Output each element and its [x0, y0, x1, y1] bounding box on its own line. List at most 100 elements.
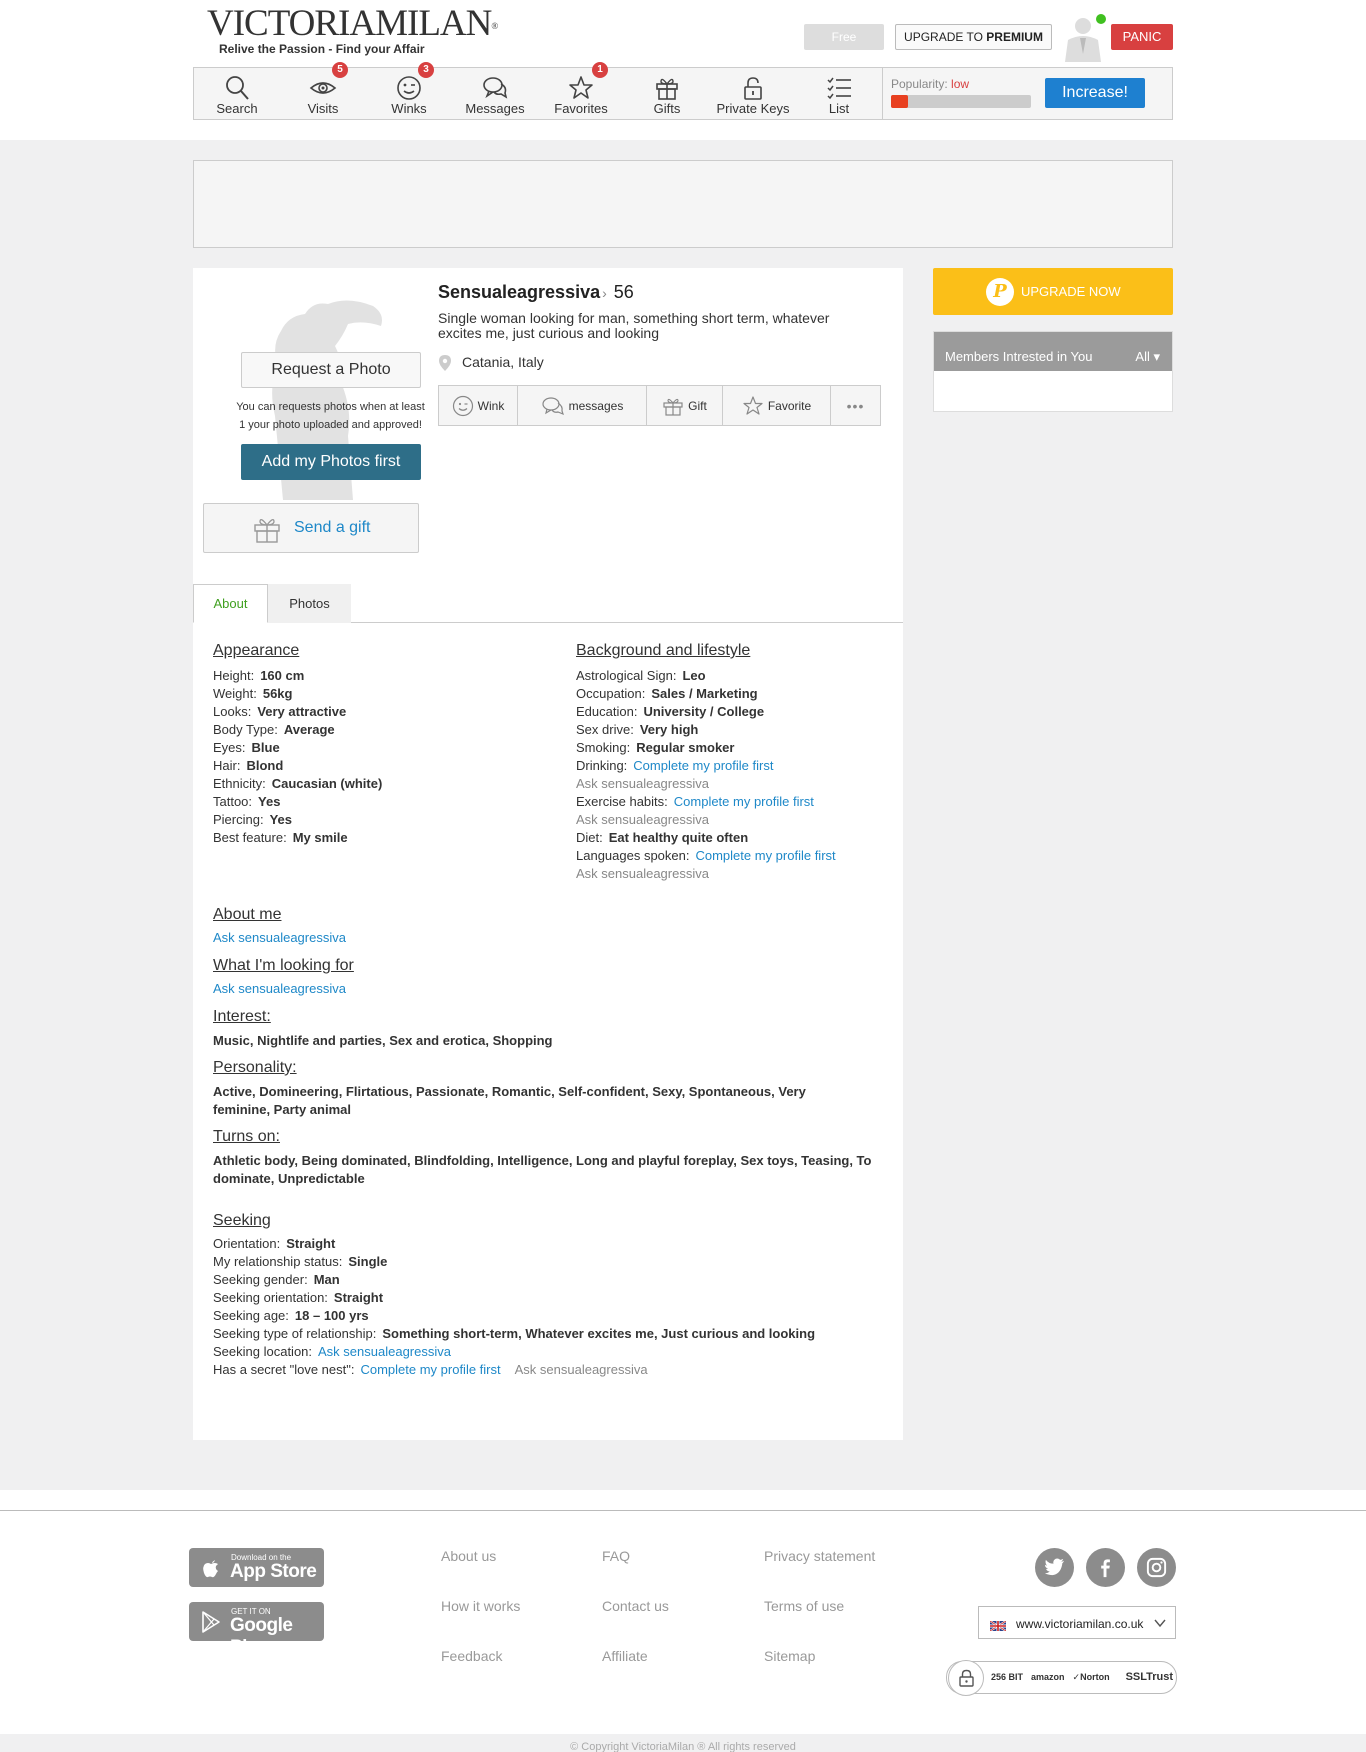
seeking-row: Orientation: Straight	[213, 1236, 335, 1251]
upgrade-prefix: UPGRADE TO	[904, 30, 987, 44]
popularity-bar-fill	[891, 95, 908, 108]
about-me-ask-link[interactable]: Ask sensualeagressiva	[213, 930, 346, 945]
seeking-value: Something short-term, Whatever excites m…	[382, 1326, 816, 1341]
nav-winks[interactable]: Winks 3	[366, 62, 452, 119]
seeking-location-ask-link[interactable]: Ask sensualeagressiva	[318, 1344, 451, 1359]
members-filter-dropdown[interactable]: All ▾	[1135, 349, 1160, 365]
seeking-key: Seeking orientation:	[213, 1290, 328, 1305]
profile-actions-bar: Wink messages Gift Favorite •••	[438, 385, 881, 426]
gift-action-button[interactable]: Gift	[647, 386, 723, 425]
site-header: VICTORIAMILAN® Relive the Passion - Find…	[0, 0, 1366, 140]
ssltrust-badge: SSLTrust	[1125, 1671, 1174, 1683]
upgrade-premium-button[interactable]: UPGRADE TO PREMIUM	[895, 24, 1052, 50]
favorite-action-button[interactable]: Favorite	[723, 386, 831, 425]
send-gift-button[interactable]: Send a gift	[203, 503, 419, 553]
chat-bubbles-icon	[483, 77, 508, 99]
looking-for-ask-link[interactable]: Ask sensualeagressiva	[213, 981, 346, 996]
nav-search[interactable]: Search	[194, 68, 280, 119]
background-key: Sex drive:	[576, 722, 634, 737]
appearance-key: Height:	[213, 668, 255, 683]
increase-popularity-button[interactable]: Increase!	[1045, 78, 1145, 108]
exercise-complete-profile-link[interactable]: Complete my profile first	[674, 794, 814, 809]
nav-gifts[interactable]: Gifts	[624, 68, 710, 119]
wink-face-icon	[397, 76, 421, 100]
tab-photos[interactable]: Photos	[268, 584, 351, 623]
footer-link-feedback[interactable]: Feedback	[441, 1648, 502, 1664]
appearance-row: Ethnicity: Caucasian (white)	[213, 776, 382, 791]
nav-favorites-label: Favorites	[554, 101, 608, 116]
seeking-value: Man	[313, 1272, 340, 1287]
appearance-value: Caucasian (white)	[271, 776, 383, 791]
eye-icon	[309, 82, 337, 94]
appearance-key: Best feature:	[213, 830, 287, 845]
profile-location: Catania, Italy	[438, 354, 544, 372]
members-interested-title: Members Intrested in You	[945, 349, 1093, 364]
footer-link-terms-of-use[interactable]: Terms of use	[764, 1598, 844, 1614]
background-value: University / College	[643, 704, 765, 719]
victoriamilan-logo[interactable]: VICTORIAMILAN® Relive the Passion - Find…	[207, 4, 498, 57]
location-pin-icon	[439, 355, 451, 372]
amazon-web-services-badge: amazon	[1031, 1672, 1065, 1682]
google-play-badge[interactable]: GET IT ON Google Play	[189, 1602, 324, 1658]
drinking-complete-profile-link[interactable]: Complete my profile first	[633, 758, 773, 773]
upgrade-now-button[interactable]: P UPGRADE NOW	[933, 268, 1173, 315]
footer-link-faq[interactable]: FAQ	[602, 1548, 630, 1564]
messages-action-button[interactable]: messages	[518, 386, 647, 425]
background-value: Sales / Marketing	[651, 686, 758, 701]
appearance-row: Tattoo: Yes	[213, 794, 280, 809]
appearance-value: Yes	[258, 794, 281, 809]
seeking-key: Seeking gender:	[213, 1272, 308, 1287]
appearance-key: Weight:	[213, 686, 257, 701]
nav-private-keys[interactable]: Private Keys	[710, 68, 796, 119]
background-row: Astrological Sign: Leo	[576, 668, 706, 683]
footer-link-privacy-statement[interactable]: Privacy statement	[764, 1548, 875, 1564]
nav-messages[interactable]: Messages	[452, 68, 538, 119]
languages-ask-row: Ask sensualeagressiva	[576, 866, 709, 881]
members-interested-header: Members Intrested in You All ▾	[934, 332, 1172, 371]
languages-complete-profile-link[interactable]: Complete my profile first	[695, 848, 835, 863]
footer-link-affiliate[interactable]: Affiliate	[602, 1648, 648, 1664]
profile-tabs: About Photos	[193, 584, 903, 623]
security-trust-badges: 256 BIT amazon ✓Norton SSLTrust	[946, 1660, 1177, 1696]
nav-favorites[interactable]: Favorites 1	[538, 62, 624, 119]
wink-action-button[interactable]: Wink	[439, 386, 518, 425]
appearance-key: Hair:	[213, 758, 241, 773]
nav-visits[interactable]: Visits 5	[280, 62, 366, 119]
languages-key: Languages spoken:	[576, 848, 690, 863]
drinking-ask-row: Ask sensualeagressiva	[576, 776, 709, 791]
love-nest-complete-profile-link[interactable]: Complete my profile first	[360, 1362, 500, 1377]
request-photo-button[interactable]: Request a Photo	[241, 352, 421, 388]
appearance-row: Best feature: My smile	[213, 830, 348, 845]
background-row: Occupation: Sales / Marketing	[576, 686, 758, 701]
personality-heading: Personality:	[213, 1059, 297, 1076]
looking-for-ask-row: Ask sensualeagressiva	[213, 981, 346, 996]
tab-about[interactable]: About	[193, 584, 268, 623]
facebook-button[interactable]	[1086, 1548, 1125, 1587]
background-row: Sex drive: Very high	[576, 722, 698, 737]
footer-link-about-us[interactable]: About us	[441, 1548, 496, 1564]
appearance-row: Looks: Very attractive	[213, 704, 346, 719]
site-country-selector[interactable]: www.victoriamilan.co.uk	[978, 1606, 1176, 1639]
seeking-value: Straight	[333, 1290, 384, 1305]
footer-link-contact-us[interactable]: Contact us	[602, 1598, 669, 1614]
panic-button[interactable]: PANIC	[1111, 24, 1173, 50]
instagram-button[interactable]	[1137, 1548, 1176, 1587]
appearance-key: Looks:	[213, 704, 252, 719]
nav-list[interactable]: List	[796, 68, 882, 119]
trust-badge-list: 256 BIT amazon ✓Norton SSLTrust	[991, 1671, 1181, 1683]
seeking-value: 18 – 100 yrs	[294, 1308, 369, 1323]
checklist-icon	[827, 77, 851, 100]
profile-panel: Request a Photo You can requests photos …	[193, 268, 903, 1440]
footer-link-sitemap[interactable]: Sitemap	[764, 1648, 815, 1664]
more-options-button[interactable]: •••	[831, 386, 880, 425]
footer-link-how-it-works[interactable]: How it works	[441, 1598, 520, 1614]
appearance-value: Average	[283, 722, 335, 737]
seeking-heading: Seeking	[213, 1212, 271, 1229]
app-store-badge[interactable]: Download on the App Store	[189, 1548, 324, 1587]
appearance-value: Yes	[269, 812, 292, 827]
free-status-button[interactable]: Free	[804, 24, 884, 50]
ad-banner	[193, 160, 1173, 248]
star-icon	[569, 76, 593, 99]
twitter-button[interactable]	[1035, 1548, 1074, 1587]
add-my-photos-button[interactable]: Add my Photos first	[241, 444, 421, 480]
